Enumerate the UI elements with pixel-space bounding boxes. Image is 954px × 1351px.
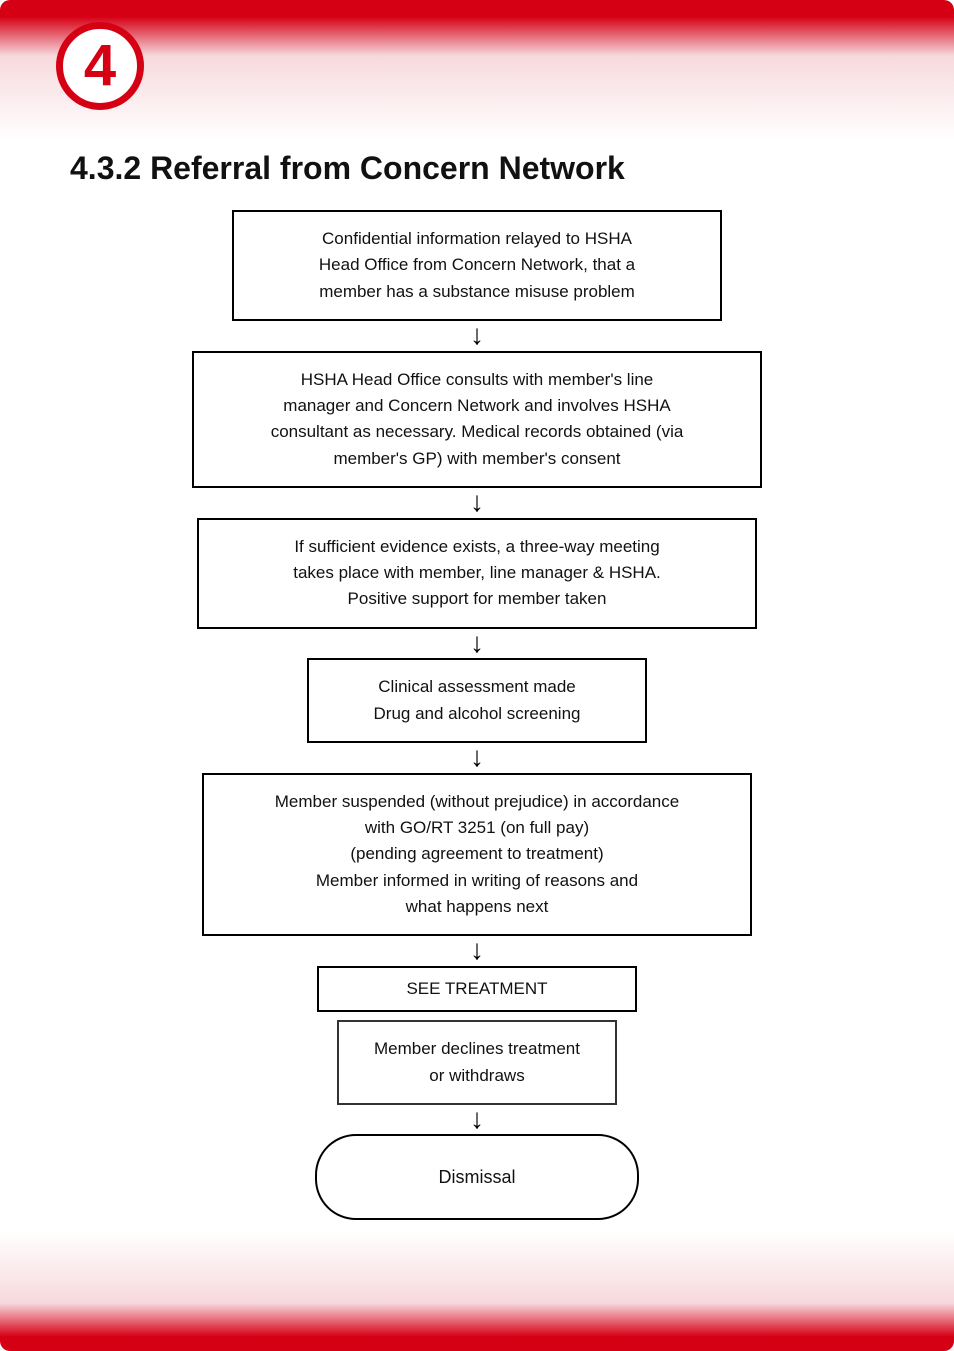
flow-terminator: Dismissal [315, 1134, 639, 1220]
arrow-down-icon: ↓ [470, 492, 484, 512]
arrow-down-icon: ↓ [470, 633, 484, 653]
flow-step-4: Clinical assessment madeDrug and alcohol… [307, 658, 647, 743]
flow-step-7: Member declines treatmentor withdraws [337, 1020, 617, 1105]
flow-step-6: SEE TREATMENT [317, 966, 637, 1012]
section-heading: 4.3.2 Referral from Concern Network [70, 150, 625, 187]
flow-step-2: HSHA Head Office consults with member's … [192, 351, 762, 488]
flow-step-5: Member suspended (without prejudice) in … [202, 773, 752, 937]
chapter-badge: 4 [56, 22, 144, 110]
arrow-down-icon: ↓ [470, 325, 484, 345]
arrow-down-icon: ↓ [470, 747, 484, 767]
chapter-number: 4 [84, 37, 116, 95]
arrow-down-icon: ↓ [470, 940, 484, 960]
arrow-down-icon: ↓ [470, 1109, 484, 1129]
flow-step-3: If sufficient evidence exists, a three-w… [197, 518, 757, 629]
flowchart: Confidential information relayed to HSHA… [0, 210, 954, 1220]
footer-gradient [0, 1231, 954, 1351]
flow-step-1: Confidential information relayed to HSHA… [232, 210, 722, 321]
